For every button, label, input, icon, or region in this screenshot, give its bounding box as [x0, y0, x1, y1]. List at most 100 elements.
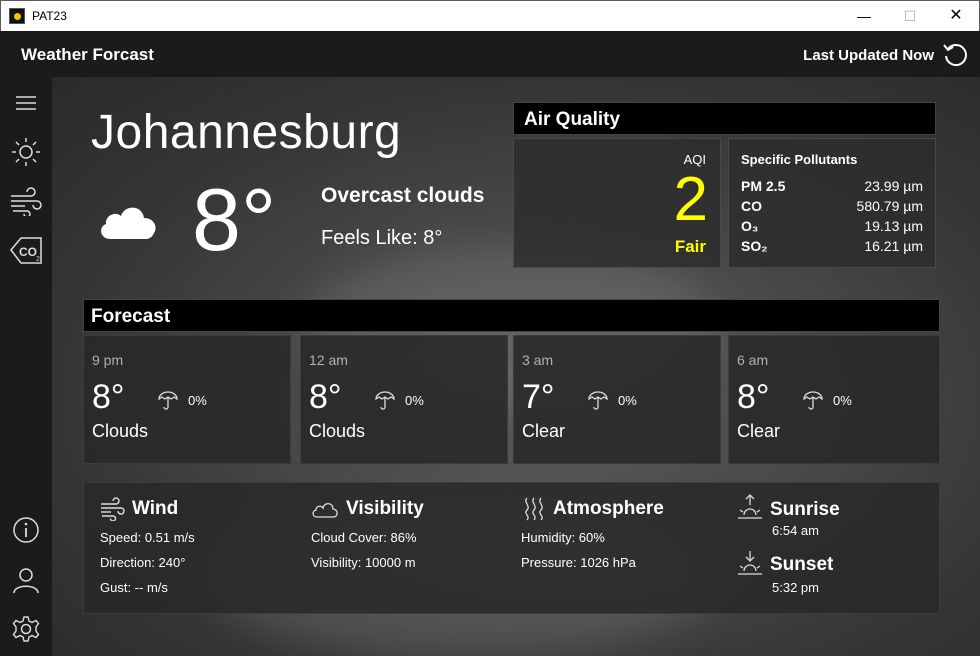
forecast-card: 6 am 8° 0% Clear — [728, 335, 940, 464]
info-icon — [13, 517, 39, 543]
maximize-button[interactable]: ☐ — [887, 1, 933, 31]
gear-icon — [12, 616, 40, 642]
wind-icon — [101, 497, 125, 522]
umbrella-icon — [588, 391, 608, 410]
wind-gust: Gust: -- m/s — [100, 580, 168, 595]
app-logo-icon — [9, 8, 25, 24]
sidebar-item-wind[interactable] — [8, 183, 44, 219]
refresh-button[interactable] — [941, 41, 969, 69]
forecast-precip-icon-wrap — [802, 389, 824, 416]
forecast-condition: Clear — [737, 421, 781, 441]
svg-text:2: 2 — [36, 256, 40, 263]
umbrella-icon — [158, 391, 178, 410]
forecast-precip: 0% — [188, 393, 207, 408]
weather-condition-icon — [96, 197, 160, 246]
feels-like: Feels Like: 8° — [321, 227, 443, 249]
sunrise-title: Sunrise — [770, 499, 840, 520]
wind-title: Wind — [132, 498, 179, 519]
sidebar-item-weather[interactable] — [8, 134, 44, 170]
last-updated-text: Last Updated Now — [803, 47, 934, 64]
sidebar: CO 2 — [0, 77, 52, 656]
forecast-temp: 8° — [309, 378, 342, 416]
wind-icon — [11, 187, 42, 216]
minimize-button[interactable]: — — [841, 1, 887, 31]
forecast-precip-icon-wrap — [374, 389, 396, 416]
aqi-status: Fair — [674, 237, 706, 256]
forecast-time: 9 pm — [92, 352, 124, 368]
sunset-icon-wrap — [736, 549, 764, 584]
atmosphere-icon-wrap — [521, 496, 547, 527]
window-title: PAT23 — [32, 9, 67, 23]
menu-icon — [16, 96, 36, 110]
account-button[interactable] — [8, 562, 44, 598]
details-panel: Wind Speed: 0.51 m/s Direction: 240° Gus… — [83, 482, 940, 614]
forecast-title: Forecast — [91, 306, 171, 327]
pollutant-name: SO₂ — [741, 238, 768, 254]
refresh-icon — [943, 44, 967, 67]
user-icon — [13, 568, 39, 594]
forecast-card: 9 pm 8° 0% Clouds — [83, 335, 291, 464]
current-condition: Overcast clouds — [321, 184, 485, 207]
forecast-time: 3 am — [522, 352, 554, 368]
wind-speed: Speed: 0.51 m/s — [100, 530, 195, 545]
atmosphere-title: Atmosphere — [553, 498, 664, 519]
info-button[interactable] — [8, 512, 44, 548]
city-name: Johannesburg — [91, 106, 402, 159]
menu-button[interactable] — [8, 85, 44, 121]
pollutant-value: 23.99 µm — [864, 178, 923, 194]
visibility-icon-wrap — [311, 499, 339, 524]
co2-icon: CO 2 — [10, 237, 42, 264]
sunrise-time: 6:54 am — [772, 523, 819, 538]
forecast-temp: 8° — [92, 378, 125, 416]
sunset-icon — [738, 551, 762, 575]
forecast-precip-icon-wrap — [157, 389, 179, 416]
pressure: Pressure: 1026 hPa — [521, 555, 636, 570]
pollutant-name: CO — [741, 198, 762, 214]
pollutant-value: 580.79 µm — [856, 198, 923, 214]
settings-button[interactable] — [8, 611, 44, 647]
forecast-time: 6 am — [737, 352, 769, 368]
cloud-cover: Cloud Cover: 86% — [311, 530, 417, 545]
sidebar-item-air-quality[interactable]: CO 2 — [8, 232, 44, 268]
window-titlebar: PAT23 — ☐ ✕ — [0, 0, 980, 31]
svg-text:CO: CO — [19, 245, 37, 259]
umbrella-icon — [375, 391, 395, 410]
pollutant-name: O₃ — [741, 218, 759, 234]
visibility-distance: Visibility: 10000 m — [311, 555, 416, 570]
app-title: Weather Forcast — [21, 45, 154, 64]
sunrise-icon — [738, 494, 762, 519]
wind-detail-icon-wrap — [99, 497, 127, 526]
aqi-card: AQI 2 Fair — [513, 138, 721, 268]
pollutant-name: PM 2.5 — [741, 178, 786, 194]
forecast-precip: 0% — [405, 393, 424, 408]
pollutant-value: 19.13 µm — [864, 218, 923, 234]
pollutants-title: Specific Pollutants — [741, 152, 858, 167]
aqi-value: 2 — [673, 165, 708, 234]
sunset-title: Sunset — [770, 554, 834, 575]
forecast-condition: Clouds — [92, 421, 149, 441]
pollutant-value: 16.21 µm — [864, 238, 923, 254]
forecast-card: 12 am 8° 0% Clouds — [300, 335, 508, 464]
sun-icon — [12, 138, 40, 166]
close-button[interactable]: ✕ — [933, 1, 979, 31]
cloud-icon — [101, 207, 156, 239]
forecast-time: 12 am — [309, 352, 348, 368]
forecast-precip: 0% — [833, 393, 852, 408]
wind-direction: Direction: 240° — [100, 555, 186, 570]
forecast-condition: Clouds — [309, 421, 366, 441]
cloud-icon — [312, 502, 338, 518]
humidity: Humidity: 60% — [521, 530, 605, 545]
forecast-temp: 8° — [737, 378, 770, 416]
forecast-precip-icon-wrap — [587, 389, 609, 416]
heat-waves-icon — [525, 497, 543, 521]
forecast-card: 3 am 7° 0% Clear — [513, 335, 721, 464]
sunset-time: 5:32 pm — [772, 580, 819, 595]
forecast-condition: Clear — [522, 421, 566, 441]
current-temperature: 8° — [192, 170, 277, 269]
sunrise-icon-wrap — [736, 493, 764, 528]
main-panel: Johannesburg 8° Overcast clouds Feels Li… — [52, 77, 980, 656]
forecast-temp: 7° — [522, 378, 555, 416]
umbrella-icon — [803, 391, 823, 410]
visibility-title: Visibility — [346, 498, 424, 519]
app-header: Weather Forcast Last Updated Now — [0, 31, 980, 77]
